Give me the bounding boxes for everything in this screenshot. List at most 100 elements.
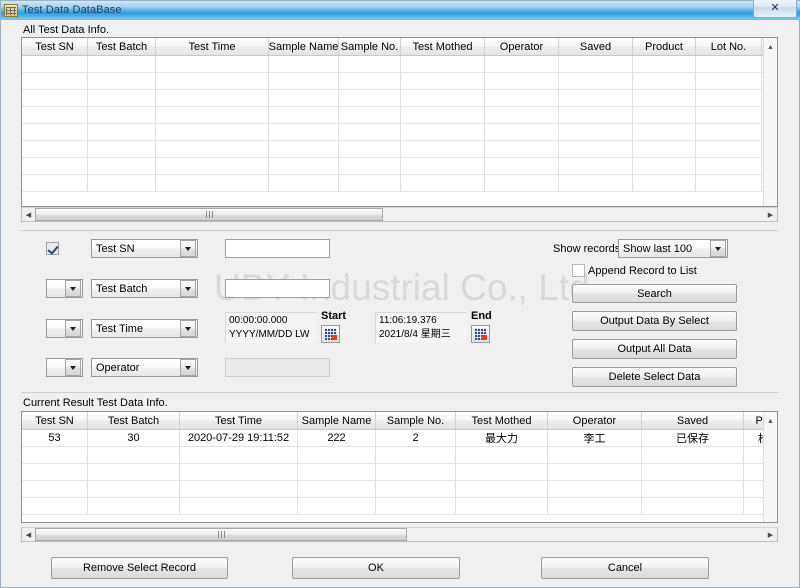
table-cell	[22, 464, 88, 480]
append-record-checkbox[interactable]	[572, 264, 585, 277]
column-header[interactable]: Test Batch	[88, 412, 180, 429]
hscroll-track-bottom[interactable]	[35, 528, 764, 541]
scroll-up-icon[interactable]: ▲	[764, 40, 777, 54]
table-row-empty[interactable]	[22, 73, 777, 90]
hscroll-thumb-top[interactable]	[35, 208, 383, 221]
filter-field-combo-4[interactable]: Operator	[91, 358, 198, 377]
table-cell: 53	[22, 430, 88, 446]
chevron-down-icon[interactable]	[180, 240, 196, 257]
output-all-data-button[interactable]: Output All Data	[572, 339, 737, 359]
calendar-icon[interactable]	[321, 325, 340, 343]
chevron-down-icon[interactable]	[180, 320, 196, 337]
chevron-down-icon[interactable]	[65, 320, 81, 337]
table-row-empty[interactable]	[22, 56, 777, 73]
column-header[interactable]: Test Mothed	[456, 412, 548, 429]
column-header[interactable]: Sample Name	[269, 38, 339, 55]
chevron-down-icon[interactable]	[65, 359, 81, 376]
filter-value-input-4	[225, 358, 330, 377]
chevron-down-icon[interactable]	[65, 280, 81, 297]
filter-enable-combo-3[interactable]	[46, 319, 83, 338]
table-cell	[401, 175, 485, 191]
start-datetime-field[interactable]: 00:00:00.000 YYYY/MM/DD LW	[225, 312, 317, 343]
current-result-body[interactable]: 53302020-07-29 19:11:522222最大力李工已保存松紧带	[22, 430, 777, 515]
scroll-up-icon[interactable]: ▲	[764, 414, 777, 428]
table-cell	[88, 175, 156, 191]
search-button[interactable]: Search	[572, 284, 737, 303]
remove-select-record-button[interactable]: Remove Select Record	[51, 557, 228, 579]
output-data-by-select-button[interactable]: Output Data By Select	[572, 311, 737, 331]
all-test-data-vscrollbar[interactable]: ▲	[763, 38, 777, 206]
table-cell	[88, 124, 156, 140]
column-header[interactable]: Product	[633, 38, 696, 55]
filter-value-input-1[interactable]	[225, 239, 330, 258]
column-header[interactable]: Test SN	[22, 412, 88, 429]
table-cell	[456, 447, 548, 463]
filter-value-input-2[interactable]	[225, 279, 330, 298]
start-datetime-picker[interactable]: 00:00:00.000 YYYY/MM/DD LW Start	[225, 310, 346, 346]
filter-enable-combo-2[interactable]	[46, 279, 83, 298]
ok-button[interactable]: OK	[292, 557, 460, 579]
column-header[interactable]: Test Time	[180, 412, 298, 429]
table-row-empty[interactable]	[22, 158, 777, 175]
column-header[interactable]: Sample Name	[298, 412, 376, 429]
calendar-icon[interactable]	[471, 325, 490, 343]
current-result-vscrollbar[interactable]: ▲	[763, 412, 777, 522]
table-row-empty[interactable]	[22, 447, 777, 464]
column-header[interactable]: Sample No.	[376, 412, 456, 429]
all-test-data-body[interactable]	[22, 56, 777, 192]
table-row[interactable]: 53302020-07-29 19:11:522222最大力李工已保存松紧带	[22, 430, 777, 447]
table-cell	[269, 141, 339, 157]
scroll-left-icon[interactable]: ◀	[22, 528, 35, 541]
column-header[interactable]: Operator	[485, 38, 559, 55]
column-header[interactable]: Test Mothed	[401, 38, 485, 55]
filter-field-combo-2[interactable]: Test Batch	[91, 279, 198, 298]
column-header[interactable]: Test SN	[22, 38, 88, 55]
all-test-data-grid[interactable]: Test SN Test Batch Test Time Sample Name Sam…	[21, 37, 778, 207]
delete-select-data-button[interactable]: Delete Select Data	[572, 367, 737, 387]
table-row-empty[interactable]	[22, 481, 777, 498]
cancel-button[interactable]: Cancel	[541, 557, 709, 579]
column-header[interactable]: Saved	[642, 412, 744, 429]
table-row-empty[interactable]	[22, 498, 777, 515]
chevron-down-icon[interactable]	[180, 359, 196, 376]
current-result-grid[interactable]: Test SN Test Batch Test Time Sample Name Sam…	[21, 411, 778, 523]
table-cell	[156, 73, 269, 89]
filter-enable-checkbox-1[interactable]	[46, 242, 59, 255]
table-row-empty[interactable]	[22, 464, 777, 481]
table-cell	[633, 158, 696, 174]
table-row-empty[interactable]	[22, 107, 777, 124]
column-header[interactable]: Test Time	[156, 38, 269, 55]
scroll-left-icon[interactable]: ◀	[22, 208, 35, 221]
table-cell	[642, 498, 744, 514]
end-datetime-picker[interactable]: 11:06:19.376 2021/8/4 星期三 End	[375, 310, 495, 346]
hscroll-track-top[interactable]	[35, 208, 764, 221]
filter-field-combo-1[interactable]: Test SN	[91, 239, 198, 258]
chevron-down-icon[interactable]	[710, 240, 726, 257]
table-cell	[156, 90, 269, 106]
table-cell	[376, 464, 456, 480]
column-header[interactable]: Test Batch	[88, 38, 156, 55]
scroll-right-icon[interactable]: ▶	[764, 208, 777, 221]
current-result-hscrollbar[interactable]: ◀ ▶	[21, 527, 778, 542]
column-header[interactable]: Sample No.	[339, 38, 401, 55]
table-cell	[696, 90, 762, 106]
table-row-empty[interactable]	[22, 90, 777, 107]
table-cell	[269, 90, 339, 106]
column-header[interactable]: Saved	[559, 38, 633, 55]
filter-enable-combo-4[interactable]	[46, 358, 83, 377]
table-row-empty[interactable]	[22, 141, 777, 158]
end-datetime-field[interactable]: 11:06:19.376 2021/8/4 星期三	[375, 312, 467, 343]
table-cell	[696, 107, 762, 123]
all-test-data-hscrollbar[interactable]: ◀ ▶	[21, 207, 778, 222]
hscroll-thumb-bottom[interactable]	[35, 528, 407, 541]
table-row-empty[interactable]	[22, 175, 777, 192]
chevron-down-icon[interactable]	[180, 280, 196, 297]
column-header[interactable]: Operator	[548, 412, 642, 429]
close-icon[interactable]: ✕	[753, 0, 797, 18]
show-records-combo[interactable]: Show last 100	[618, 239, 728, 258]
column-header[interactable]: Lot No.	[696, 38, 762, 55]
scroll-right-icon[interactable]: ▶	[764, 528, 777, 541]
table-cell: 222	[298, 430, 376, 446]
filter-field-combo-3[interactable]: Test Time	[91, 319, 198, 338]
table-row-empty[interactable]	[22, 124, 777, 141]
